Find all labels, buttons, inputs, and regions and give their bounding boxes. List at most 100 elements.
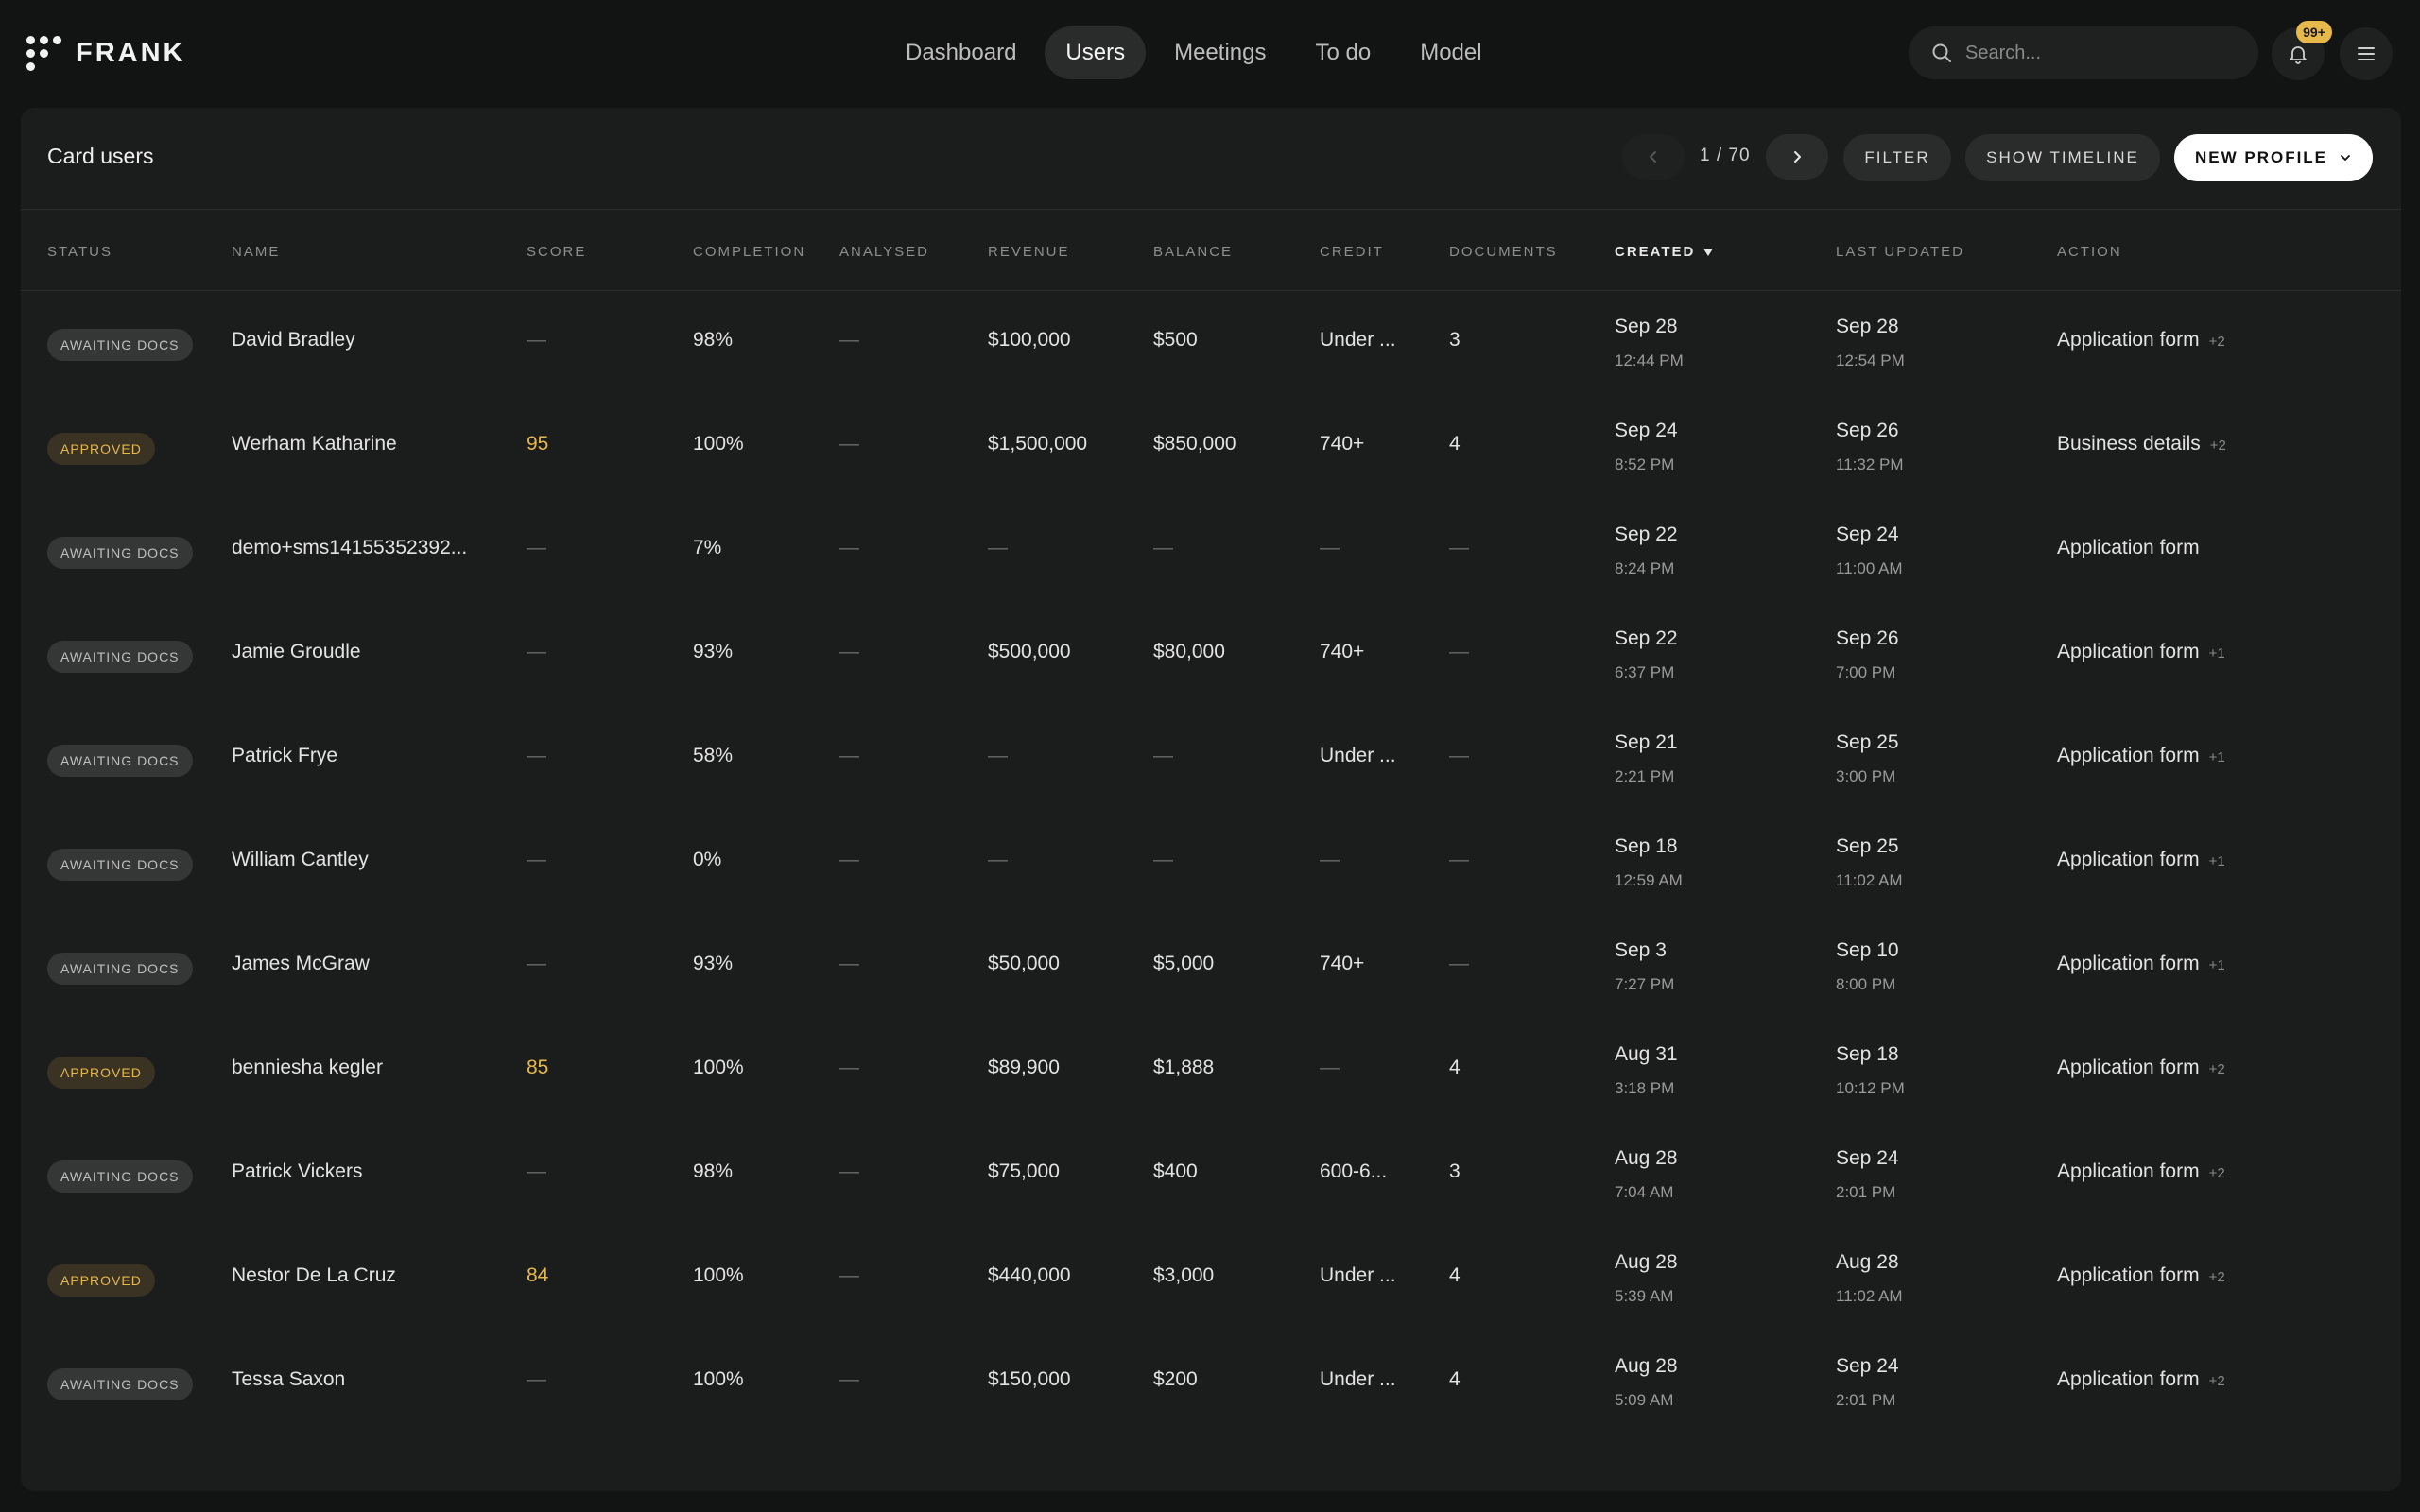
column-last-updated[interactable]: LAST UPDATED bbox=[1836, 244, 1964, 260]
table-row[interactable]: AWAITING DOCS David Bradley — 98% — $100,000 $… bbox=[21, 291, 2401, 395]
balance-value: $400 bbox=[1153, 1160, 1198, 1182]
score-value: 95 bbox=[527, 433, 549, 455]
status-badge: AWAITING DOCS bbox=[47, 953, 193, 985]
action-link[interactable]: Business details +2 bbox=[2057, 433, 2226, 455]
user-name[interactable]: James McGraw bbox=[232, 953, 370, 975]
table-row[interactable]: AWAITING DOCS Tessa Saxon — 100% — $150,000 $2… bbox=[21, 1331, 2401, 1435]
column-status[interactable]: STATUS bbox=[47, 244, 112, 260]
user-name[interactable]: Tessa Saxon bbox=[232, 1368, 345, 1391]
table-row[interactable]: AWAITING DOCS Jamie Groudle — 93% — $500,000 $… bbox=[21, 603, 2401, 707]
status-badge: AWAITING DOCS bbox=[47, 849, 193, 881]
created-time: 3:18 PM bbox=[1615, 1079, 1675, 1097]
action-link[interactable]: Application form +1 bbox=[2057, 641, 2225, 663]
filter-button[interactable]: FILTER bbox=[1843, 134, 1951, 181]
completion-value: 100% bbox=[693, 1264, 744, 1286]
last-updated-time: 2:01 PM bbox=[1836, 1183, 1896, 1201]
show-timeline-button[interactable]: SHOW TIMELINE bbox=[1965, 134, 2160, 181]
sort-descending-icon bbox=[1703, 248, 1714, 256]
last-updated-time: 3:00 PM bbox=[1836, 767, 1896, 785]
action-extra-count: +2 bbox=[2208, 1269, 2225, 1285]
user-name[interactable]: David Bradley bbox=[232, 329, 355, 352]
action-label: Application form bbox=[2057, 537, 2200, 558]
table-header: STATUS NAME SCORE COMPLETION ANALYSED RE… bbox=[21, 210, 2401, 291]
column-name[interactable]: NAME bbox=[232, 244, 280, 260]
column-documents[interactable]: DOCUMENTS bbox=[1449, 244, 1558, 260]
menu-button[interactable] bbox=[2340, 27, 2393, 80]
revenue-value: $75,000 bbox=[988, 1160, 1060, 1182]
balance-value: $80,000 bbox=[1153, 641, 1225, 662]
action-label: Application form bbox=[2057, 1057, 2200, 1078]
nav-users[interactable]: Users bbox=[1045, 26, 1147, 79]
score-value: — bbox=[527, 1160, 546, 1182]
table-row[interactable]: AWAITING DOCS Patrick Frye — 58% — — — Under ..… bbox=[21, 707, 2401, 811]
table-row[interactable]: APPROVED Nestor De La Cruz 84 100% — $440,000… bbox=[21, 1227, 2401, 1331]
user-name[interactable]: Patrick Frye bbox=[232, 745, 337, 767]
completion-value: 0% bbox=[693, 849, 722, 870]
table-row[interactable]: AWAITING DOCS James McGraw — 93% — $50,000 $5,… bbox=[21, 915, 2401, 1019]
analysed-value: — bbox=[839, 537, 859, 558]
action-link[interactable]: Application form +2 bbox=[2057, 1264, 2225, 1287]
search-input[interactable] bbox=[1965, 42, 2239, 64]
chevron-left-icon bbox=[1650, 151, 1656, 163]
table-row[interactable]: APPROVED benniesha kegler 85 100% — $89,900 $1… bbox=[21, 1019, 2401, 1123]
table-row[interactable]: AWAITING DOCS Patrick Vickers — 98% — $75,000… bbox=[21, 1123, 2401, 1227]
created-date: Sep 22 bbox=[1615, 524, 1678, 545]
last-updated-time: 12:54 PM bbox=[1836, 352, 1905, 369]
search-box[interactable] bbox=[1909, 26, 2258, 79]
logo-mark-icon bbox=[25, 34, 62, 72]
user-name[interactable]: William Cantley bbox=[232, 849, 369, 871]
column-created[interactable]: CREATED bbox=[1615, 244, 1714, 260]
action-link[interactable]: Application form +1 bbox=[2057, 953, 2225, 975]
column-revenue[interactable]: REVENUE bbox=[988, 244, 1070, 260]
action-extra-count: +1 bbox=[2208, 645, 2225, 662]
column-balance[interactable]: BALANCE bbox=[1153, 244, 1233, 260]
user-name[interactable]: Nestor De La Cruz bbox=[232, 1264, 396, 1287]
column-score[interactable]: SCORE bbox=[527, 244, 586, 260]
credit-value: Under ... bbox=[1320, 1368, 1396, 1390]
user-name[interactable]: demo+sms14155352392... bbox=[232, 537, 467, 559]
hamburger-menu-icon bbox=[2358, 47, 2375, 60]
nav-model[interactable]: Model bbox=[1399, 26, 1502, 79]
nav-todo[interactable]: To do bbox=[1294, 26, 1392, 79]
action-link[interactable]: Application form bbox=[2057, 537, 2200, 559]
revenue-value: $100,000 bbox=[988, 329, 1071, 351]
column-analysed[interactable]: ANALYSED bbox=[839, 244, 929, 260]
column-completion[interactable]: COMPLETION bbox=[693, 244, 805, 260]
action-link[interactable]: Application form +2 bbox=[2057, 1160, 2225, 1183]
action-link[interactable]: Application form +2 bbox=[2057, 1057, 2225, 1079]
completion-value: 98% bbox=[693, 329, 734, 351]
created-date: Sep 18 bbox=[1615, 835, 1678, 857]
balance-value: $200 bbox=[1153, 1368, 1198, 1390]
credit-value: Under ... bbox=[1320, 745, 1396, 766]
completion-value: 7% bbox=[693, 537, 722, 558]
created-date: Aug 28 bbox=[1615, 1355, 1678, 1377]
column-action[interactable]: ACTION bbox=[2057, 244, 2122, 260]
brand-logo[interactable]: FRANK bbox=[25, 34, 186, 72]
completion-value: 100% bbox=[693, 1057, 744, 1078]
status-badge: AWAITING DOCS bbox=[47, 1368, 193, 1400]
action-link[interactable]: Application form +1 bbox=[2057, 745, 2225, 767]
user-name[interactable]: Jamie Groudle bbox=[232, 641, 361, 663]
column-credit[interactable]: CREDIT bbox=[1320, 244, 1384, 260]
table-row[interactable]: APPROVED Werham Katharine 95 100% — $1,500,00… bbox=[21, 395, 2401, 499]
next-page-button[interactable] bbox=[1766, 134, 1828, 180]
nav-meetings[interactable]: Meetings bbox=[1153, 26, 1287, 79]
new-profile-button[interactable]: NEW PROFILE bbox=[2174, 134, 2373, 181]
user-name[interactable]: benniesha kegler bbox=[232, 1057, 383, 1079]
user-name[interactable]: Patrick Vickers bbox=[232, 1160, 362, 1183]
credit-value: 600-6... bbox=[1320, 1160, 1388, 1182]
action-extra-count: +2 bbox=[2209, 438, 2226, 454]
table-row[interactable]: AWAITING DOCS William Cantley — 0% — — — — — Sep … bbox=[21, 811, 2401, 915]
nav-dashboard[interactable]: Dashboard bbox=[885, 26, 1037, 79]
table-row[interactable]: AWAITING DOCS demo+sms14155352392... — 7% — —… bbox=[21, 499, 2401, 603]
created-date: Sep 21 bbox=[1615, 731, 1678, 753]
status-badge: AWAITING DOCS bbox=[47, 641, 193, 673]
action-link[interactable]: Application form +2 bbox=[2057, 1368, 2225, 1391]
score-value: — bbox=[527, 953, 546, 974]
action-extra-count: +1 bbox=[2208, 749, 2225, 765]
chevron-right-icon bbox=[1794, 151, 1801, 163]
action-link[interactable]: Application form +1 bbox=[2057, 849, 2225, 871]
action-link[interactable]: Application form +2 bbox=[2057, 329, 2225, 352]
previous-page-button[interactable] bbox=[1622, 134, 1685, 180]
user-name[interactable]: Werham Katharine bbox=[232, 433, 397, 455]
